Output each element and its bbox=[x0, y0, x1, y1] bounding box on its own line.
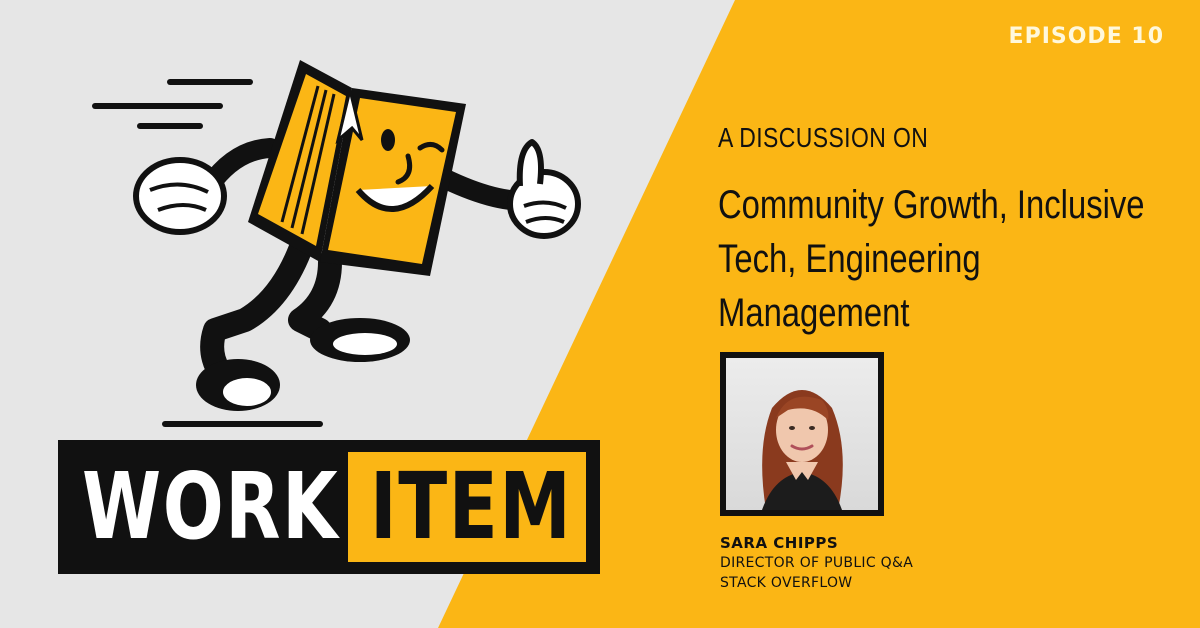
episode-label: EPISODE 10 bbox=[1008, 24, 1164, 49]
logo-word-item: ITEM bbox=[370, 453, 573, 560]
discussion-topics: Community Growth, Inclusive Tech, Engine… bbox=[718, 183, 1145, 335]
logo-word-work: WORK bbox=[82, 453, 340, 560]
guest-portrait-icon bbox=[762, 390, 843, 510]
logo-item-box: ITEM bbox=[348, 452, 586, 562]
guest-photo bbox=[726, 358, 878, 510]
work-item-logo: WORK ITEM bbox=[58, 440, 600, 574]
discussion-kicker: A DISCUSSION ON bbox=[718, 122, 929, 153]
guest-role: DIRECTOR OF PUBLIC Q&A bbox=[720, 555, 914, 571]
guest-photo-frame bbox=[720, 352, 884, 516]
guest-name: SARA CHIPPS bbox=[720, 534, 839, 552]
guest-organization: STACK OVERFLOW bbox=[720, 575, 853, 591]
